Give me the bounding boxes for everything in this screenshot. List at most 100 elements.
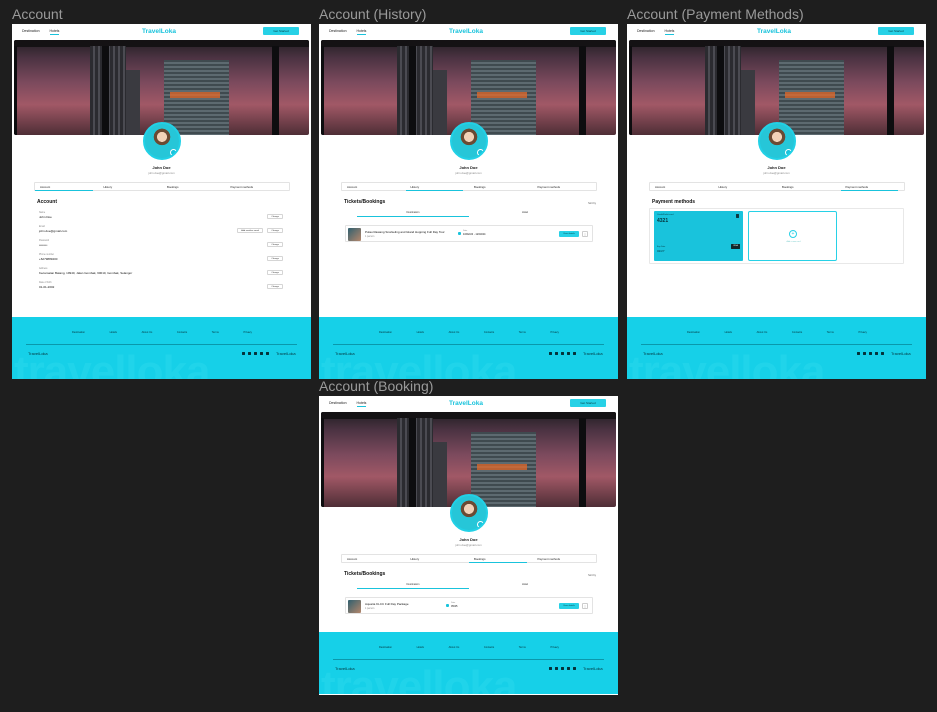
change-button[interactable]: Change xyxy=(267,284,283,289)
instagram-icon[interactable] xyxy=(254,352,257,355)
change-button[interactable]: Change xyxy=(267,256,283,261)
sort-dropdown[interactable]: Sort by xyxy=(588,574,596,577)
avatar[interactable] xyxy=(450,122,488,160)
tiktok-icon[interactable] xyxy=(875,352,878,355)
youtube-icon[interactable] xyxy=(881,352,884,355)
payment-card[interactable]: Credit/Debit card 4321 Exp Date 02/27 VI… xyxy=(654,211,743,261)
tab-history[interactable]: History xyxy=(405,183,470,191)
footer-link[interactable]: Destination xyxy=(72,331,85,334)
tab-history[interactable]: History xyxy=(406,555,470,562)
add-email-button[interactable]: Add another email xyxy=(237,228,263,233)
logo[interactable]: TravelLoka xyxy=(449,400,483,407)
edit-avatar-icon[interactable] xyxy=(170,149,177,156)
more-options-icon[interactable]: ⋮ xyxy=(582,603,588,609)
footer-link[interactable]: Hotels xyxy=(725,331,732,334)
instagram-icon[interactable] xyxy=(561,667,564,670)
instagram-icon[interactable] xyxy=(869,352,872,355)
more-options-icon[interactable]: ⋮ xyxy=(582,231,588,237)
footer-link[interactable]: Hotels xyxy=(417,331,424,334)
twitter-icon[interactable] xyxy=(248,352,251,355)
footer-link[interactable]: Terms xyxy=(519,646,526,649)
change-button[interactable]: Change xyxy=(267,242,283,247)
edit-avatar-icon[interactable] xyxy=(477,149,484,156)
footer-link[interactable]: Terms xyxy=(212,331,219,334)
tab-history[interactable]: History xyxy=(714,183,778,190)
tiktok-icon[interactable] xyxy=(567,352,570,355)
footer-link[interactable]: Terms xyxy=(827,331,834,334)
tab-bookings[interactable]: Bookings xyxy=(162,183,226,190)
sort-dropdown[interactable]: Sort by xyxy=(588,202,596,205)
tab-account[interactable]: Account xyxy=(650,183,714,190)
nav-destination[interactable]: Destination xyxy=(637,29,655,35)
twitter-icon[interactable] xyxy=(555,352,558,355)
tab-payment-methods[interactable]: Payment methods xyxy=(226,183,290,190)
footer-link[interactable]: Destination xyxy=(379,331,392,334)
get-started-button[interactable]: Get Started xyxy=(878,27,914,35)
logo[interactable]: TravelLoka xyxy=(757,28,791,35)
nav-destination[interactable]: Destination xyxy=(329,29,347,35)
nav-hotels[interactable]: Hotels xyxy=(664,29,675,35)
tab-bookings[interactable]: Bookings xyxy=(469,183,533,190)
view-details-button[interactable]: View details xyxy=(559,603,579,609)
get-started-button[interactable]: Get Started xyxy=(570,399,606,407)
change-button[interactable]: Change xyxy=(267,214,283,219)
footer-link[interactable]: Destination xyxy=(379,646,392,649)
footer-link[interactable]: About Us xyxy=(142,331,153,334)
booking-card[interactable]: Pulau Rawang Snorkeling and Island Hoppi… xyxy=(345,225,593,242)
get-started-button[interactable]: Get Started xyxy=(570,27,606,35)
tiktok-icon[interactable] xyxy=(260,352,263,355)
edit-avatar-icon[interactable] xyxy=(477,521,484,528)
facebook-icon[interactable] xyxy=(549,352,552,355)
footer-link[interactable]: Destination xyxy=(687,331,700,334)
tab-payment-methods[interactable]: Payment methods xyxy=(533,183,597,190)
subtab-destination[interactable]: Destination xyxy=(357,209,469,217)
footer-link[interactable]: Contacts xyxy=(177,331,187,334)
change-button[interactable]: Change xyxy=(267,270,283,275)
facebook-icon[interactable] xyxy=(242,352,245,355)
facebook-icon[interactable] xyxy=(857,352,860,355)
youtube-icon[interactable] xyxy=(573,667,576,670)
nav-hotels[interactable]: Hotels xyxy=(356,401,367,407)
edit-avatar-icon[interactable] xyxy=(785,149,792,156)
subtab-hotel[interactable]: Hotel xyxy=(469,581,581,589)
footer-link[interactable]: Privacy xyxy=(550,331,559,334)
view-details-button[interactable]: View details xyxy=(559,231,579,237)
tab-account[interactable]: Account xyxy=(342,183,406,190)
subtab-hotel[interactable]: Hotel xyxy=(469,209,581,217)
avatar[interactable] xyxy=(758,122,796,160)
footer-link[interactable]: Privacy xyxy=(858,331,867,334)
footer-link[interactable]: Privacy xyxy=(243,331,252,334)
trash-icon[interactable] xyxy=(736,214,739,218)
footer-link[interactable]: Privacy xyxy=(550,646,559,649)
tab-history[interactable]: History xyxy=(99,183,163,190)
nav-hotels[interactable]: Hotels xyxy=(356,29,367,35)
footer-link[interactable]: Contacts xyxy=(484,331,494,334)
logo[interactable]: TravelLoka xyxy=(449,28,483,35)
footer-link[interactable]: About Us xyxy=(449,646,460,649)
nav-destination[interactable]: Destination xyxy=(329,401,347,407)
tiktok-icon[interactable] xyxy=(567,667,570,670)
tab-account[interactable]: Account xyxy=(35,183,99,191)
nav-hotels[interactable]: Hotels xyxy=(49,29,60,35)
add-card-button[interactable]: + Add a new card xyxy=(748,211,837,261)
tab-payment-methods[interactable]: Payment methods xyxy=(533,555,597,562)
nav-destination[interactable]: Destination xyxy=(22,29,40,35)
avatar[interactable] xyxy=(450,494,488,532)
twitter-icon[interactable] xyxy=(863,352,866,355)
logo[interactable]: TravelLoka xyxy=(142,28,176,35)
youtube-icon[interactable] xyxy=(266,352,269,355)
tab-bookings[interactable]: Bookings xyxy=(469,555,533,563)
booking-card[interactable]: Aquaria KLCC Full Day Package 1 person D… xyxy=(345,597,593,614)
footer-link[interactable]: Contacts xyxy=(792,331,802,334)
footer-link[interactable]: Contacts xyxy=(484,646,494,649)
footer-link[interactable]: Hotels xyxy=(110,331,117,334)
avatar[interactable] xyxy=(143,122,181,160)
tab-account[interactable]: Account xyxy=(342,555,406,562)
change-button[interactable]: Change xyxy=(267,228,283,233)
footer-link[interactable]: Hotels xyxy=(417,646,424,649)
youtube-icon[interactable] xyxy=(573,352,576,355)
subtab-destination[interactable]: Destination xyxy=(357,581,469,589)
get-started-button[interactable]: Get Started xyxy=(263,27,299,35)
tab-bookings[interactable]: Bookings xyxy=(777,183,841,190)
footer-link[interactable]: About Us xyxy=(449,331,460,334)
